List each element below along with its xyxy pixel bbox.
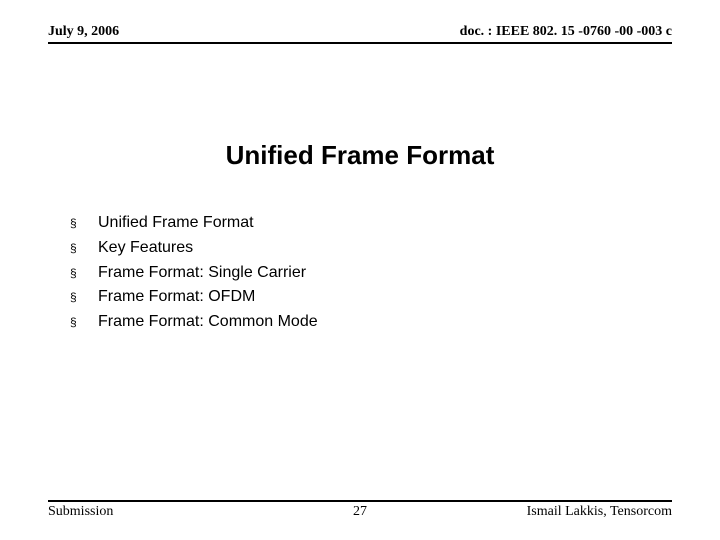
bullet-text: Frame Format: OFDM: [98, 285, 255, 310]
bullet-icon: §: [70, 285, 80, 309]
bullet-text: Unified Frame Format: [98, 211, 254, 236]
bullet-icon: §: [70, 261, 80, 285]
list-item: § Frame Format: Common Mode: [70, 310, 672, 335]
slide-title: Unified Frame Format: [48, 140, 672, 171]
header-docref: doc. : IEEE 802. 15 -0760 -00 -003 c: [460, 24, 672, 40]
list-item: § Key Features: [70, 236, 672, 261]
bullet-text: Frame Format: Common Mode: [98, 310, 318, 335]
bullet-icon: §: [70, 236, 80, 260]
footer-author: Ismail Lakkis, Tensorcom: [527, 504, 672, 520]
list-item: § Frame Format: OFDM: [70, 285, 672, 310]
header-bar: July 9, 2006 doc. : IEEE 802. 15 -0760 -…: [48, 24, 672, 44]
bullet-icon: §: [70, 310, 80, 334]
list-item: § Unified Frame Format: [70, 211, 672, 236]
bullet-text: Key Features: [98, 236, 193, 261]
bullet-list: § Unified Frame Format § Key Features § …: [48, 211, 672, 335]
footer-left: Submission: [48, 504, 113, 520]
footer-page-number: 27: [353, 504, 367, 520]
slide: July 9, 2006 doc. : IEEE 802. 15 -0760 -…: [0, 0, 720, 540]
list-item: § Frame Format: Single Carrier: [70, 261, 672, 286]
footer-bar: Submission 27 Ismail Lakkis, Tensorcom: [48, 500, 672, 520]
bullet-icon: §: [70, 211, 80, 235]
bullet-text: Frame Format: Single Carrier: [98, 261, 306, 286]
header-date: July 9, 2006: [48, 24, 119, 40]
